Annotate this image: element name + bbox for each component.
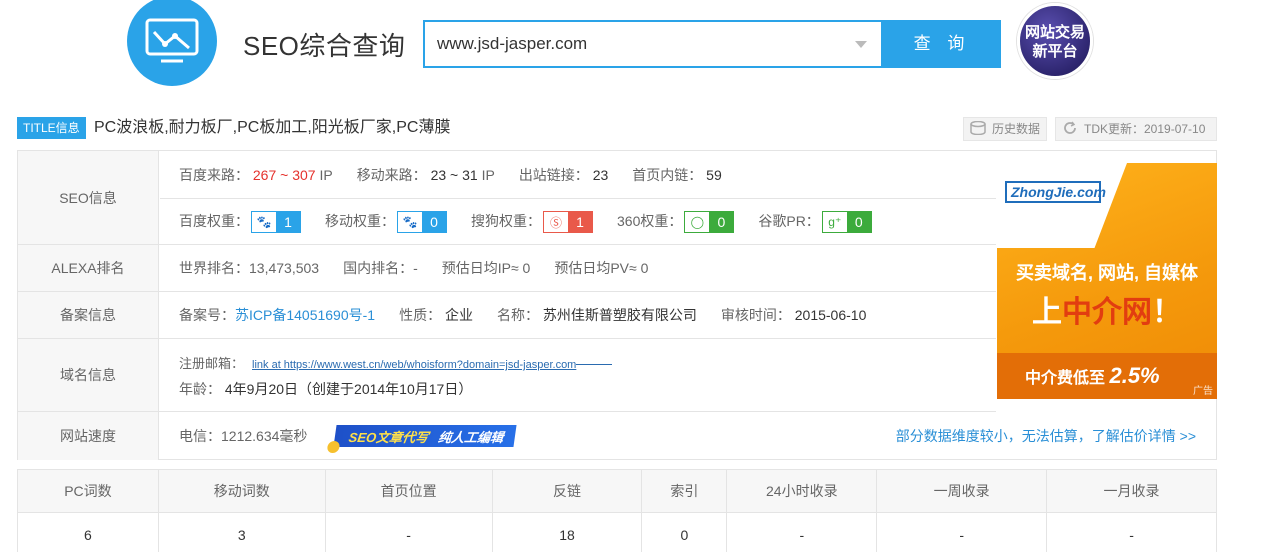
col-backlinks: 反链 — [491, 469, 643, 513]
app-title: SEO综合查询 — [243, 31, 406, 61]
domain-label: 域名信息 — [18, 339, 159, 411]
beian-row: 备案信息 备案号：苏ICP备14051690号-1 性质： 企业 名称： 苏州佳… — [18, 292, 996, 339]
beian-audit-time: 审核时间： 2015-06-10 — [720, 307, 867, 323]
valuation-details-link[interactable]: 部分数据维度较小，无法估算，了解估价详情 >> — [896, 426, 1196, 446]
col-pc-words: PC词数 — [17, 469, 159, 513]
seo-info-label: SEO信息 — [18, 151, 159, 244]
col-24h-indexed: 24小时收录 — [726, 469, 878, 513]
table-row: 6 3 - 18 0 - - - — [17, 512, 1217, 552]
tdk-update-label: TDK更新：2019-07-10 — [1084, 122, 1206, 136]
info-table: SEO信息 百度来路： 267 ~ 307 IP 移动来路： 23 ~ 31 I… — [17, 150, 1217, 460]
mobile-words-value[interactable]: 3 — [157, 512, 326, 552]
domain-age: 年龄： 4年9月20日（创建于2014年10月17日） — [179, 381, 473, 397]
backlinks-value[interactable]: 18 — [491, 512, 643, 552]
outbound-links: 出站链接： 23 — [518, 166, 609, 183]
speed-row: 网站速度 电信：1212.634毫秒 SEO文章代写 纯人工编辑 部分数据维度较小… — [18, 412, 1216, 460]
col-month-indexed: 一月收录 — [1046, 469, 1217, 513]
search-input[interactable] — [425, 22, 825, 66]
search-button[interactable]: 查 询 — [883, 20, 1001, 68]
whois-link[interactable]: link at https://www.west.cn/web/whoisfor… — [252, 359, 576, 371]
beian-name: 名称： 苏州佳斯普塑胶有限公司 — [496, 307, 697, 323]
beian-number-link[interactable]: 苏ICP备14051690号-1 — [235, 307, 375, 323]
mobile-traffic: 移动来路： 23 ~ 31 IP — [356, 166, 495, 183]
promo-line-1: 网站交易 — [1024, 24, 1085, 41]
week-indexed-value: - — [876, 512, 1048, 552]
seo-writing-ad[interactable]: SEO文章代写 纯人工编辑 — [327, 425, 518, 453]
360-icon: ◯ — [690, 215, 705, 230]
24h-indexed-value: - — [726, 512, 878, 552]
promo-badge[interactable]: 网站交易 新平台 — [1017, 3, 1093, 79]
domestic-rank: 国内排名：- — [343, 260, 418, 276]
history-data-button[interactable]: 历史数据 — [963, 117, 1047, 141]
history-data-label: 历史数据 — [992, 122, 1041, 136]
refresh-icon — [1064, 121, 1076, 134]
pc-words-value[interactable]: 6 — [17, 512, 159, 552]
weight-360[interactable]: 360权重： ◯ 0 — [617, 211, 735, 234]
ad-tag: 广告 — [1193, 386, 1213, 397]
tdk-update-button[interactable]: TDK更新：2019-07-10 — [1055, 117, 1217, 141]
google-plus-icon: g⁺ — [828, 215, 842, 230]
chevron-down-icon[interactable] — [855, 41, 867, 48]
col-index: 索引 — [641, 469, 728, 513]
domain-row: 域名信息 注册邮箱： link at https://www.west.cn/we… — [18, 339, 996, 412]
search-box[interactable] — [423, 20, 883, 68]
ad-line-2: 上中介网！ — [1032, 296, 1182, 329]
ad-line-1: 买卖域名, 网站, 自媒体 — [1015, 263, 1198, 283]
daily-ip: 预估日均IP≈ 0 — [441, 260, 531, 276]
register-email: 注册邮箱： link at https://www.west.cn/web/who… — [179, 353, 613, 372]
index-value[interactable]: 0 — [641, 512, 728, 552]
title-tag: TITLE信息 — [17, 117, 86, 139]
mobile-weight[interactable]: 移动权重： 🐾 0 — [325, 211, 447, 234]
home-position-value: - — [324, 512, 493, 552]
monitor-chart-icon — [145, 18, 199, 63]
promo-line-2: 新平台 — [1032, 43, 1078, 60]
mobile-paw-icon: 🐾 — [402, 215, 418, 230]
col-mobile-words: 移动词数 — [157, 469, 326, 513]
zhongjie-ad-banner[interactable]: ZhongJie.com 买卖域名, 网站, 自媒体 上中介网！ 中介费低至 2… — [997, 163, 1217, 399]
beian-number: 备案号：苏ICP备14051690号-1 — [179, 307, 376, 323]
paw-icon: 🐾 — [256, 215, 272, 230]
month-indexed-value: - — [1046, 512, 1217, 552]
beian-nature: 性质： 企业 — [399, 307, 473, 323]
homepage-links: 首页内链： 59 — [632, 166, 722, 183]
world-rank: 世界排名：13,473,503 — [179, 260, 320, 276]
beian-label: 备案信息 — [18, 292, 159, 338]
baidu-traffic: 百度来路： 267 ~ 307 IP — [179, 166, 333, 183]
alexa-label: ALEXA排名 — [18, 245, 159, 291]
speed-label: 网站速度 — [18, 412, 159, 460]
page-title-text: PC波浪板,耐力板厂,PC板加工,阳光板厂家,PC薄膜 — [94, 119, 451, 136]
telecom-speed: 电信：1212.634毫秒 — [179, 428, 308, 444]
keyword-stats-table: PC词数 移动词数 首页位置 反链 索引 24小时收录 一周收录 一月收录 6 … — [17, 469, 1217, 552]
baidu-weight[interactable]: 百度权重： 🐾 1 — [179, 211, 301, 234]
zhongjie-logo: ZhongJie.com — [1005, 181, 1106, 203]
table-header-row: PC词数 移动词数 首页位置 反链 索引 24小时收录 一周收录 一月收录 — [17, 469, 1217, 513]
database-icon — [970, 121, 986, 135]
site-logo[interactable] — [127, 0, 217, 86]
col-home-position: 首页位置 — [324, 469, 493, 513]
daily-pv: 预估日均PV≈ 0 — [554, 260, 649, 276]
seo-info-row: SEO信息 百度来路： 267 ~ 307 IP 移动来路： 23 ~ 31 I… — [18, 151, 996, 245]
sogou-icon: Ⓢ — [549, 215, 562, 230]
col-week-indexed: 一周收录 — [876, 469, 1048, 513]
google-pr[interactable]: 谷歌PR： g⁺ 0 — [758, 211, 872, 234]
sogou-weight[interactable]: 搜狗权重： Ⓢ 1 — [471, 211, 593, 234]
ad-line-3: 中介费低至 2.5% — [997, 353, 1217, 399]
alexa-row: ALEXA排名 世界排名：13,473,503 国内排名：- 预估日均IP≈ 0… — [18, 245, 996, 292]
